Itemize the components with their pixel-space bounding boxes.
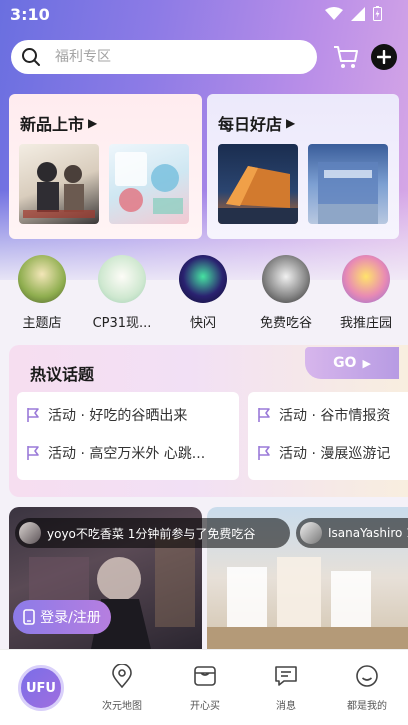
location-pin-icon <box>112 663 132 689</box>
status-icons <box>325 6 382 21</box>
login-button[interactable]: 登录/注册 <box>13 600 111 634</box>
daily-shop-label: 每日好店 <box>218 115 283 134</box>
phone-icon <box>23 609 35 625</box>
nav-item-map[interactable]: 次元地图 <box>87 663 157 712</box>
nav-item-profile[interactable]: 都是我的 <box>332 664 402 712</box>
login-label: 登录/注册 <box>40 610 101 626</box>
new-arrivals-card[interactable]: 新品上市 ▶ <box>9 94 202 239</box>
category-image <box>18 255 66 303</box>
category-label: 快闪 <box>189 316 216 331</box>
search-icon <box>11 40 51 74</box>
new-arrivals-title[interactable]: 新品上市 ▶ <box>20 111 97 135</box>
category-flash[interactable]: 快闪 <box>163 255 243 331</box>
category-image <box>342 255 390 303</box>
home-logo-button[interactable]: UFU <box>18 665 64 711</box>
activity-ticker: IsanaYashiro 1 <box>296 518 408 548</box>
chevron-right-icon: ▶ <box>88 116 98 130</box>
category-label: 免费吃谷 <box>259 316 312 331</box>
hot-topics-heading: 热议话题 <box>30 365 95 384</box>
topic-text: 活动 · 漫展巡游记 <box>279 446 391 462</box>
signal-icon <box>351 6 365 21</box>
topic-column: 活动 · 谷市情报资 活动 · 漫展巡游记 <box>248 392 408 480</box>
nav-label: 开心买 <box>190 701 220 712</box>
wifi-icon <box>325 6 343 20</box>
nav-label: 消息 <box>276 701 296 712</box>
product-thumbnail[interactable] <box>19 144 99 224</box>
nav-item-messages[interactable]: 消息 <box>251 664 321 712</box>
status-time: 3:10 <box>10 5 50 24</box>
cart-icon[interactable] <box>332 44 360 70</box>
flag-icon <box>258 446 270 460</box>
store-icon <box>194 666 216 686</box>
daily-shop-card[interactable]: 每日好店 ▶ <box>207 94 399 239</box>
hot-topics-panel: 热议话题 GO ▶ 活动 · 好吃的谷晒出来 活动 · 高空万米外 心跳... … <box>9 345 408 497</box>
category-label: 我推庄园 <box>339 316 392 331</box>
search-bar[interactable] <box>11 40 317 74</box>
smile-icon <box>356 665 378 687</box>
category-image <box>98 255 146 303</box>
shop-thumbnail[interactable] <box>308 144 388 224</box>
ticker-text: yoyo不吃香菜 1分钟前参与了免费吃谷 <box>47 526 256 541</box>
message-icon <box>275 666 297 686</box>
nav-label: 次元地图 <box>102 701 142 712</box>
flag-icon <box>258 408 270 422</box>
topic-text: 活动 · 好吃的谷晒出来 <box>48 408 188 424</box>
plus-icon <box>377 50 391 64</box>
category-label: CP31现... <box>92 316 152 331</box>
chevron-right-icon: ▶ <box>286 116 296 130</box>
topic-text: 活动 · 谷市情报资 <box>279 408 391 424</box>
search-input[interactable] <box>55 49 295 65</box>
nav-label: 都是我的 <box>347 701 387 712</box>
category-cp31[interactable]: CP31现... <box>82 255 162 331</box>
flag-icon <box>27 446 39 460</box>
nav-item-shop[interactable]: 开心买 <box>170 664 240 712</box>
activity-ticker: yoyo不吃香菜 1分钟前参与了免费吃谷 <box>15 518 290 548</box>
topic-item[interactable]: 活动 · 漫展巡游记 <box>256 443 390 463</box>
daily-shop-title[interactable]: 每日好店 ▶ <box>218 111 295 135</box>
avatar <box>300 522 322 544</box>
topic-column: 活动 · 好吃的谷晒出来 活动 · 高空万米外 心跳... <box>17 392 239 480</box>
shop-thumbnail[interactable] <box>218 144 298 224</box>
topic-item[interactable]: 活动 · 谷市情报资 <box>256 405 390 425</box>
category-image <box>262 255 310 303</box>
home-logo-text: UFU <box>26 680 56 696</box>
add-button[interactable] <box>371 44 397 70</box>
category-row: 主题店 CP31现... 快闪 免费吃谷 我推庄园 <box>0 255 408 335</box>
category-oshi-manor[interactable]: 我推庄园 <box>326 255 406 331</box>
go-button[interactable]: GO ▶ <box>305 347 399 379</box>
category-free-goods[interactable]: 免费吃谷 <box>246 255 326 331</box>
new-arrivals-label: 新品上市 <box>20 115 85 134</box>
category-label: 主题店 <box>22 316 62 331</box>
avatar <box>19 522 41 544</box>
category-theme-store[interactable]: 主题店 <box>2 255 82 331</box>
status-bar: 3:10 <box>0 0 408 30</box>
battery-icon <box>373 6 382 21</box>
category-image <box>179 255 227 303</box>
product-thumbnail[interactable] <box>109 144 189 224</box>
topic-item[interactable]: 活动 · 好吃的谷晒出来 <box>25 405 187 425</box>
ticker-text: IsanaYashiro 1 <box>328 526 408 540</box>
topic-item[interactable]: 活动 · 高空万米外 心跳... <box>25 443 205 463</box>
flag-icon <box>27 408 39 422</box>
go-label: GO <box>333 355 357 371</box>
topic-text: 活动 · 高空万米外 心跳... <box>48 446 206 462</box>
play-icon: ▶ <box>362 356 371 370</box>
